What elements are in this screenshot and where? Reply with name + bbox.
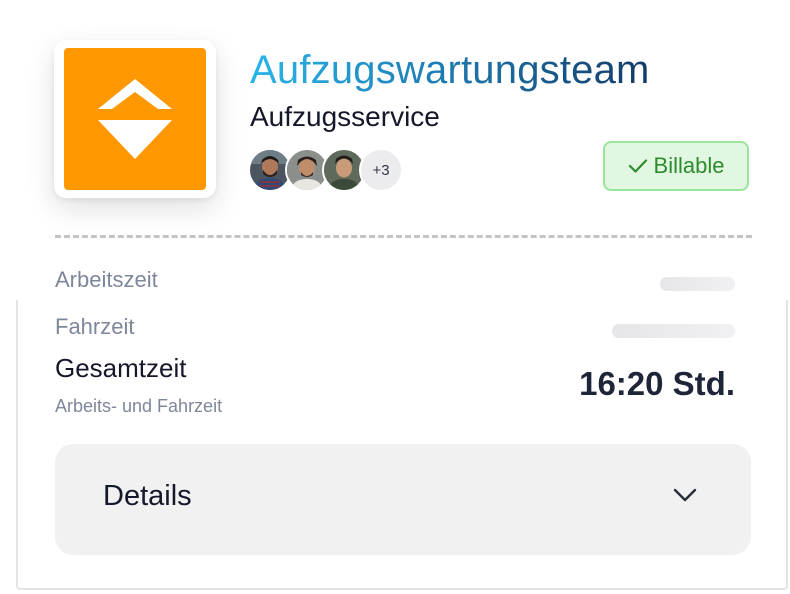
- travel-time-placeholder: [612, 324, 735, 338]
- details-accordion[interactable]: Details: [55, 444, 751, 555]
- elevator-diamond-logo-icon: [98, 79, 172, 159]
- team-title: Aufzugswartungsteam: [250, 48, 650, 92]
- logo-background: [64, 48, 206, 190]
- total-time-sublabel: Arbeits- und Fahrzeit: [55, 396, 223, 416]
- total-time-label: Gesamtzeit: [55, 353, 187, 383]
- work-time-label: Arbeitszeit: [55, 267, 158, 292]
- total-time-value: 16:20 Std.: [579, 365, 735, 402]
- team-logo: [54, 40, 216, 198]
- more-members-count[interactable]: +3: [359, 148, 403, 192]
- work-time-placeholder: [660, 277, 735, 291]
- chevron-down-icon[interactable]: [673, 488, 697, 502]
- billable-badge: Billable: [603, 141, 749, 191]
- details-label: Details: [103, 480, 192, 512]
- checkmark-icon: [628, 159, 647, 173]
- travel-time-label: Fahrzeit: [55, 314, 135, 339]
- divider: [55, 235, 752, 238]
- billable-label: Billable: [653, 153, 725, 178]
- team-subtitle: Aufzugsservice: [250, 101, 440, 132]
